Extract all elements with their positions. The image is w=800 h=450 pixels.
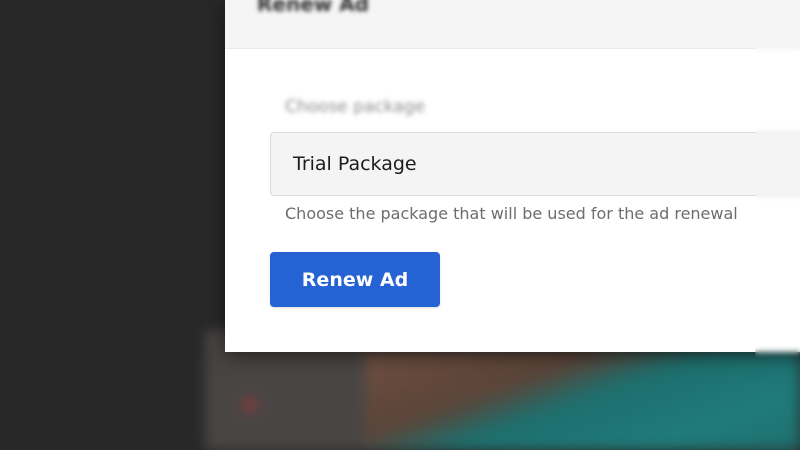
- package-field-label: Choose package: [285, 97, 425, 117]
- modal-title: Renew Ad: [257, 0, 370, 16]
- modal-header: Renew Ad: [225, 0, 800, 49]
- package-select[interactable]: Trial Package: [270, 132, 800, 196]
- package-help-text: Choose the package that will be used for…: [285, 204, 738, 223]
- screen: Renew Ad Choose package Trial Package Ch…: [0, 0, 800, 450]
- background-marker: [245, 400, 255, 410]
- depth-blur: [755, 0, 800, 450]
- package-select-value: Trial Package: [293, 153, 417, 175]
- renew-ad-button[interactable]: Renew Ad: [270, 252, 440, 307]
- page-overlay: [0, 0, 230, 450]
- background-ad-image: [365, 350, 800, 450]
- renew-ad-modal: Renew Ad Choose package Trial Package Ch…: [225, 0, 800, 352]
